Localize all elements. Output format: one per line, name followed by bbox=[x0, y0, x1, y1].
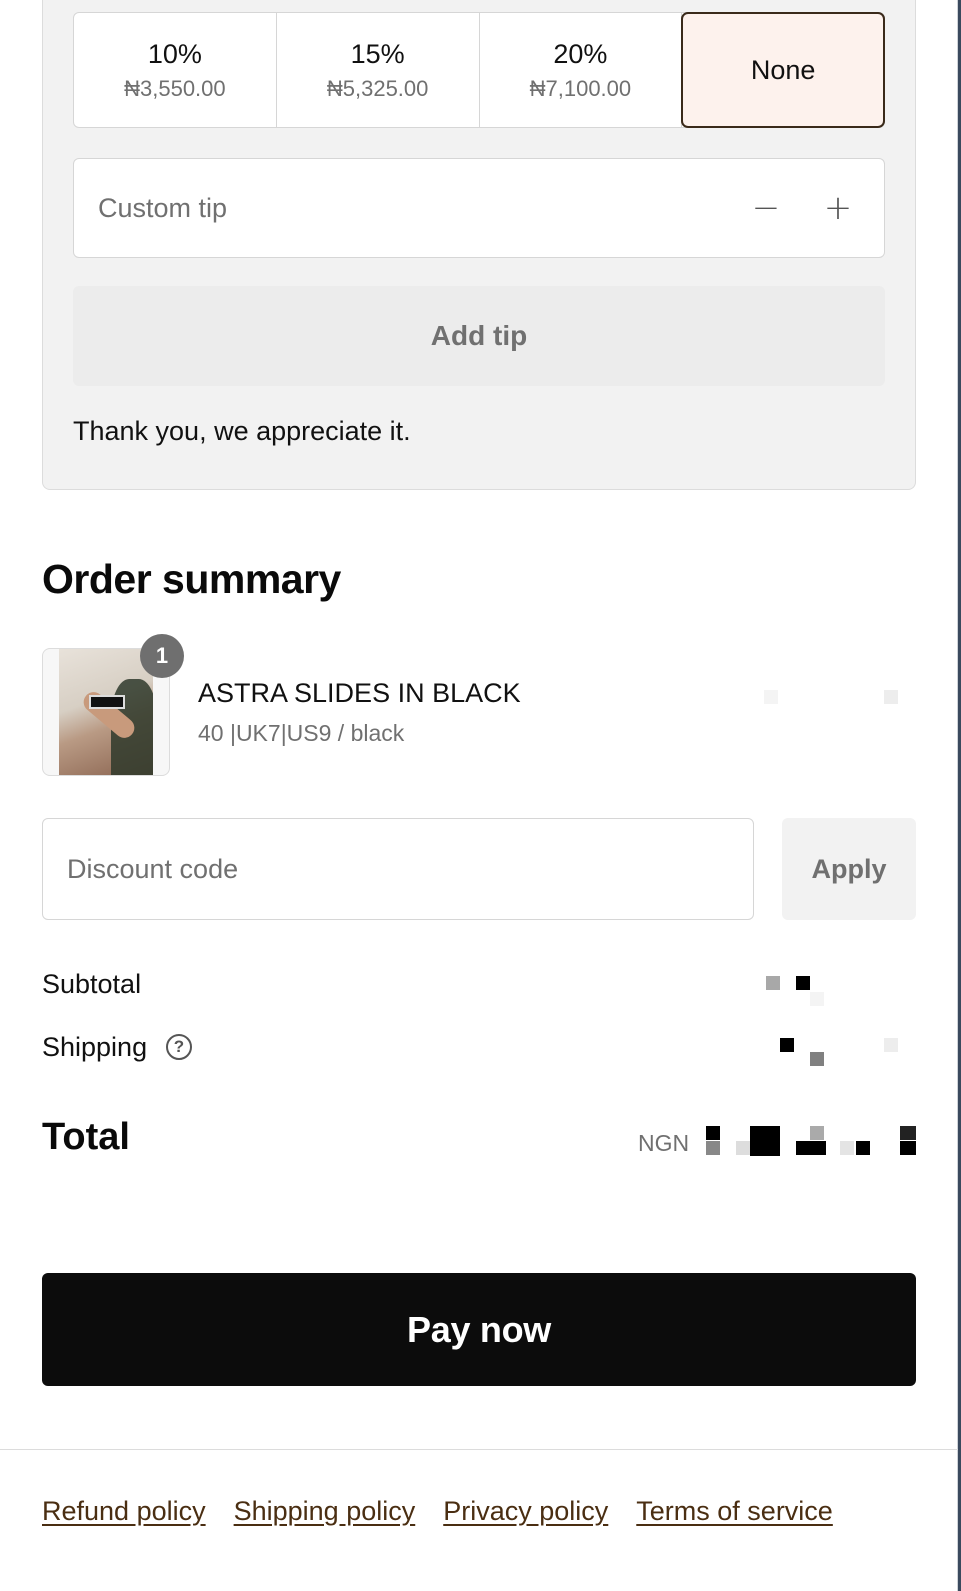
tip-option-none[interactable]: None bbox=[681, 12, 885, 128]
tip-percent: None bbox=[750, 54, 816, 85]
shipping-help-icon[interactable]: ? bbox=[166, 1034, 192, 1060]
tip-panel: 10% ₦3,550.00 15% ₦5,325.00 20% ₦7,100.0… bbox=[42, 0, 916, 490]
footer-links: Refund policy Shipping policy Privacy po… bbox=[42, 1496, 833, 1527]
pay-now-button[interactable]: Pay now bbox=[42, 1273, 916, 1386]
tip-percent: 15% bbox=[350, 38, 405, 69]
total-label: Total bbox=[42, 1116, 130, 1158]
add-tip-button[interactable]: Add tip bbox=[73, 286, 885, 386]
tip-percent: 20% bbox=[553, 38, 608, 69]
footer-divider bbox=[0, 1449, 958, 1450]
subtotal-label: Subtotal bbox=[42, 969, 142, 999]
shipping-label: Shipping bbox=[42, 1032, 148, 1062]
apply-discount-button[interactable]: Apply bbox=[782, 818, 916, 920]
checkout-page: 10% ₦3,550.00 15% ₦5,325.00 20% ₦7,100.0… bbox=[0, 0, 958, 1591]
product-image bbox=[59, 649, 153, 775]
terms-of-service-link[interactable]: Terms of service bbox=[636, 1496, 833, 1527]
minus-icon[interactable]: − bbox=[744, 186, 788, 230]
discount-placeholder: Discount code bbox=[67, 853, 239, 884]
plus-icon[interactable]: + bbox=[816, 186, 860, 230]
refund-policy-link[interactable]: Refund policy bbox=[42, 1496, 206, 1527]
product-variant: 40 |UK7|US9 / black bbox=[198, 720, 405, 746]
discount-code-input[interactable]: Discount code bbox=[42, 818, 754, 920]
product-name: ASTRA SLIDES IN BLACK bbox=[198, 678, 521, 708]
tip-option-20[interactable]: 20% ₦7,100.00 bbox=[480, 13, 683, 127]
custom-tip-placeholder: Custom tip bbox=[98, 192, 228, 223]
tip-thanks-message: Thank you, we appreciate it. bbox=[73, 416, 411, 446]
tip-amount: ₦5,325.00 bbox=[326, 76, 429, 102]
privacy-policy-link[interactable]: Privacy policy bbox=[443, 1496, 608, 1527]
tip-amount: ₦7,100.00 bbox=[529, 76, 632, 102]
order-summary-title: Order summary bbox=[42, 556, 341, 602]
tip-percent: 10% bbox=[147, 38, 202, 69]
currency-code: NGN bbox=[638, 1130, 690, 1156]
tip-option-15[interactable]: 15% ₦5,325.00 bbox=[277, 13, 480, 127]
tip-options: 10% ₦3,550.00 15% ₦5,325.00 20% ₦7,100.0… bbox=[73, 12, 885, 128]
custom-tip-field[interactable]: Custom tip − + bbox=[73, 158, 885, 258]
tip-option-10[interactable]: 10% ₦3,550.00 bbox=[74, 13, 277, 127]
shipping-policy-link[interactable]: Shipping policy bbox=[234, 1496, 416, 1527]
tip-amount: ₦3,550.00 bbox=[124, 76, 226, 102]
quantity-badge: 1 bbox=[140, 634, 184, 678]
